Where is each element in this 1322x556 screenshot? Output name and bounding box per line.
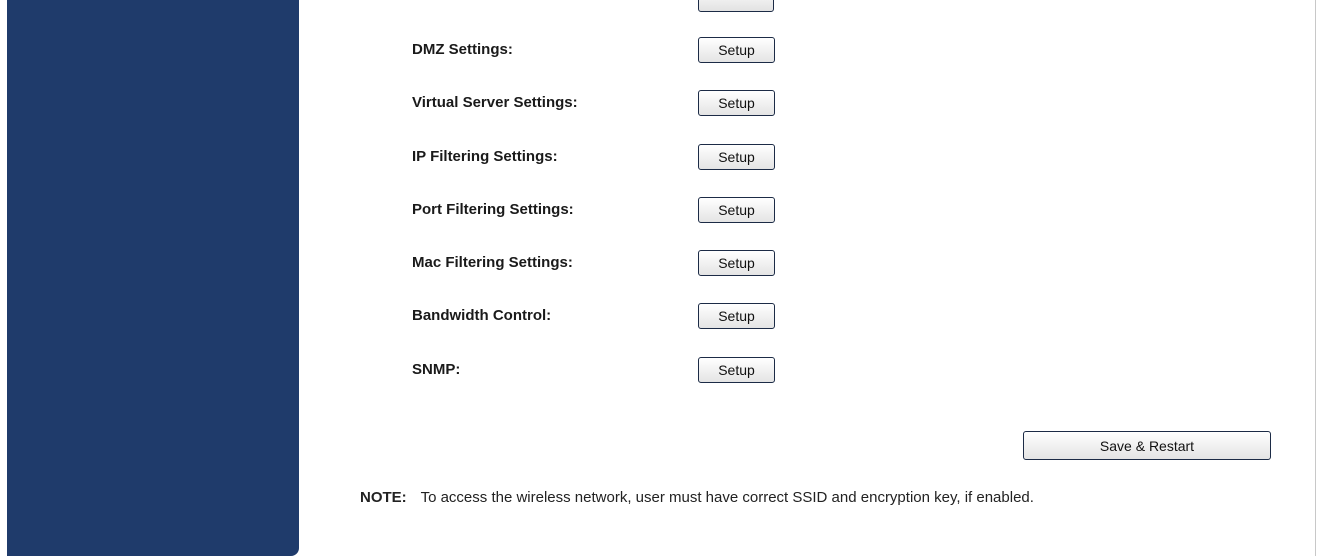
save-restart-button[interactable]: Save & Restart	[1023, 431, 1271, 460]
settings-row-bandwidth: Bandwidth Control: Setup	[299, 303, 1315, 329]
sidebar-nav	[7, 0, 299, 556]
settings-row-port-filtering: Port Filtering Settings: Setup	[299, 197, 1315, 223]
note-label: NOTE:	[360, 489, 407, 506]
ip-filtering-setup-button[interactable]: Setup	[698, 144, 775, 170]
bandwidth-setup-button[interactable]: Setup	[698, 303, 775, 329]
virtual-server-setup-button[interactable]: Setup	[698, 90, 775, 116]
settings-label: Bandwidth Control:	[412, 307, 552, 324]
settings-label: IP Filtering Settings:	[412, 148, 558, 165]
router-settings-page: DMZ Settings: Setup Virtual Server Setti…	[0, 0, 1322, 556]
settings-row-virtual-server: Virtual Server Settings: Setup	[299, 90, 1315, 116]
port-filtering-setup-button[interactable]: Setup	[698, 197, 775, 223]
setup-button-partial[interactable]	[698, 0, 774, 12]
settings-label: DMZ Settings:	[412, 41, 513, 58]
settings-row-ip-filtering: IP Filtering Settings: Setup	[299, 144, 1315, 170]
note-message: To access the wireless network, user mus…	[420, 489, 1034, 506]
main-content: DMZ Settings: Setup Virtual Server Setti…	[299, 0, 1316, 556]
settings-label: Virtual Server Settings:	[412, 94, 578, 111]
mac-filtering-setup-button[interactable]: Setup	[698, 250, 775, 276]
settings-row-snmp: SNMP: Setup	[299, 357, 1315, 383]
settings-label: Port Filtering Settings:	[412, 201, 574, 218]
dmz-setup-button[interactable]: Setup	[698, 37, 775, 63]
settings-label: Mac Filtering Settings:	[412, 254, 573, 271]
note-text: NOTE: To access the wireless network, us…	[360, 489, 1034, 506]
settings-label: SNMP:	[412, 361, 461, 378]
snmp-setup-button[interactable]: Setup	[698, 357, 775, 383]
settings-row-dmz: DMZ Settings: Setup	[299, 37, 1315, 63]
settings-row-mac-filtering: Mac Filtering Settings: Setup	[299, 250, 1315, 276]
